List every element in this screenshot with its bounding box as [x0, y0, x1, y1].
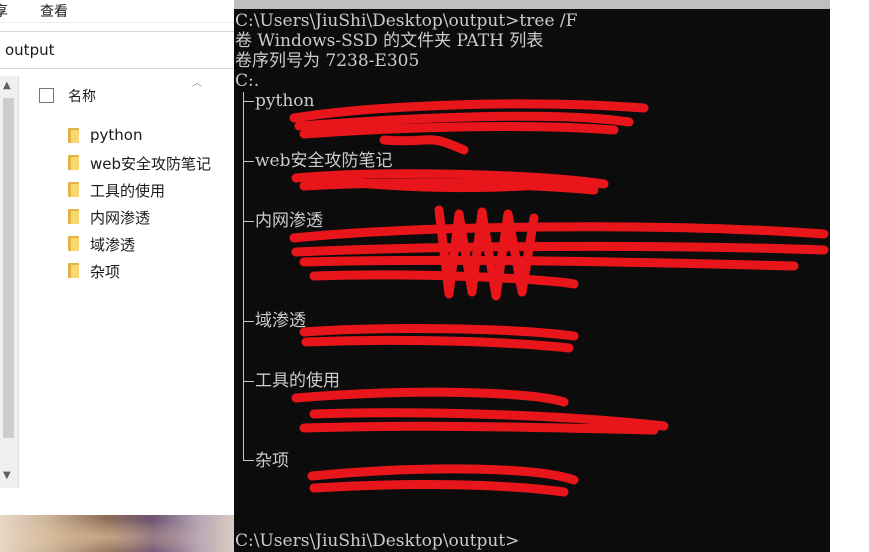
folder-icon: [68, 155, 79, 170]
list-item-label: 工具的使用: [90, 182, 166, 200]
console-window[interactable]: C:\Users\JiuShi\Desktop\output>tree /F 卷…: [234, 0, 830, 552]
list-item-label: 杂项: [90, 263, 121, 281]
redaction-scribbles: [289, 99, 829, 497]
ribbon-tab-share[interactable]: 享: [0, 1, 8, 21]
list-item[interactable]: 域渗透: [64, 232, 234, 259]
select-all-checkbox[interactable]: [39, 88, 54, 103]
sort-up-icon: ︿: [192, 78, 202, 89]
column-header-name[interactable]: 名称: [68, 86, 96, 106]
command-prompt[interactable]: C:\Users\JiuShi\Desktop\output>: [235, 531, 519, 551]
vertical-scrollbar[interactable]: ▲ ▼: [0, 76, 19, 488]
file-explorer: 享 查看 output ▲ ▼ 名称 ︿ python web安全攻防笔记 工具…: [0, 0, 234, 552]
scroll-thumb[interactable]: [3, 98, 14, 438]
list-item-label: web安全攻防笔记: [90, 155, 212, 173]
ribbon-tab-view[interactable]: 查看: [40, 1, 68, 21]
list-item[interactable]: 工具的使用: [64, 178, 234, 205]
folder-icon: [68, 209, 79, 224]
desktop-wallpaper: [0, 515, 234, 552]
list-item-label: 内网渗透: [90, 209, 151, 227]
folder-icon: [68, 263, 79, 278]
folder-icon: [68, 128, 79, 143]
list-item[interactable]: python: [64, 124, 234, 151]
list-item-label: python: [90, 126, 143, 144]
column-header[interactable]: 名称 ︿: [18, 76, 234, 114]
list-item[interactable]: 杂项: [64, 259, 234, 286]
ribbon: 享 查看: [0, 0, 234, 23]
folder-icon: [68, 182, 79, 197]
address-text: output: [5, 41, 55, 59]
list-item[interactable]: 内网渗透: [64, 205, 234, 232]
scroll-down-icon[interactable]: ▼: [3, 470, 11, 481]
background-area: [830, 0, 869, 552]
list-item[interactable]: web安全攻防笔记: [64, 151, 234, 178]
scroll-up-icon[interactable]: ▲: [3, 80, 11, 91]
folder-icon: [68, 236, 79, 251]
file-list: python web安全攻防笔记 工具的使用 内网渗透 域渗透 杂项: [64, 124, 234, 286]
address-bar[interactable]: output: [0, 31, 234, 69]
list-item-label: 域渗透: [90, 236, 136, 254]
